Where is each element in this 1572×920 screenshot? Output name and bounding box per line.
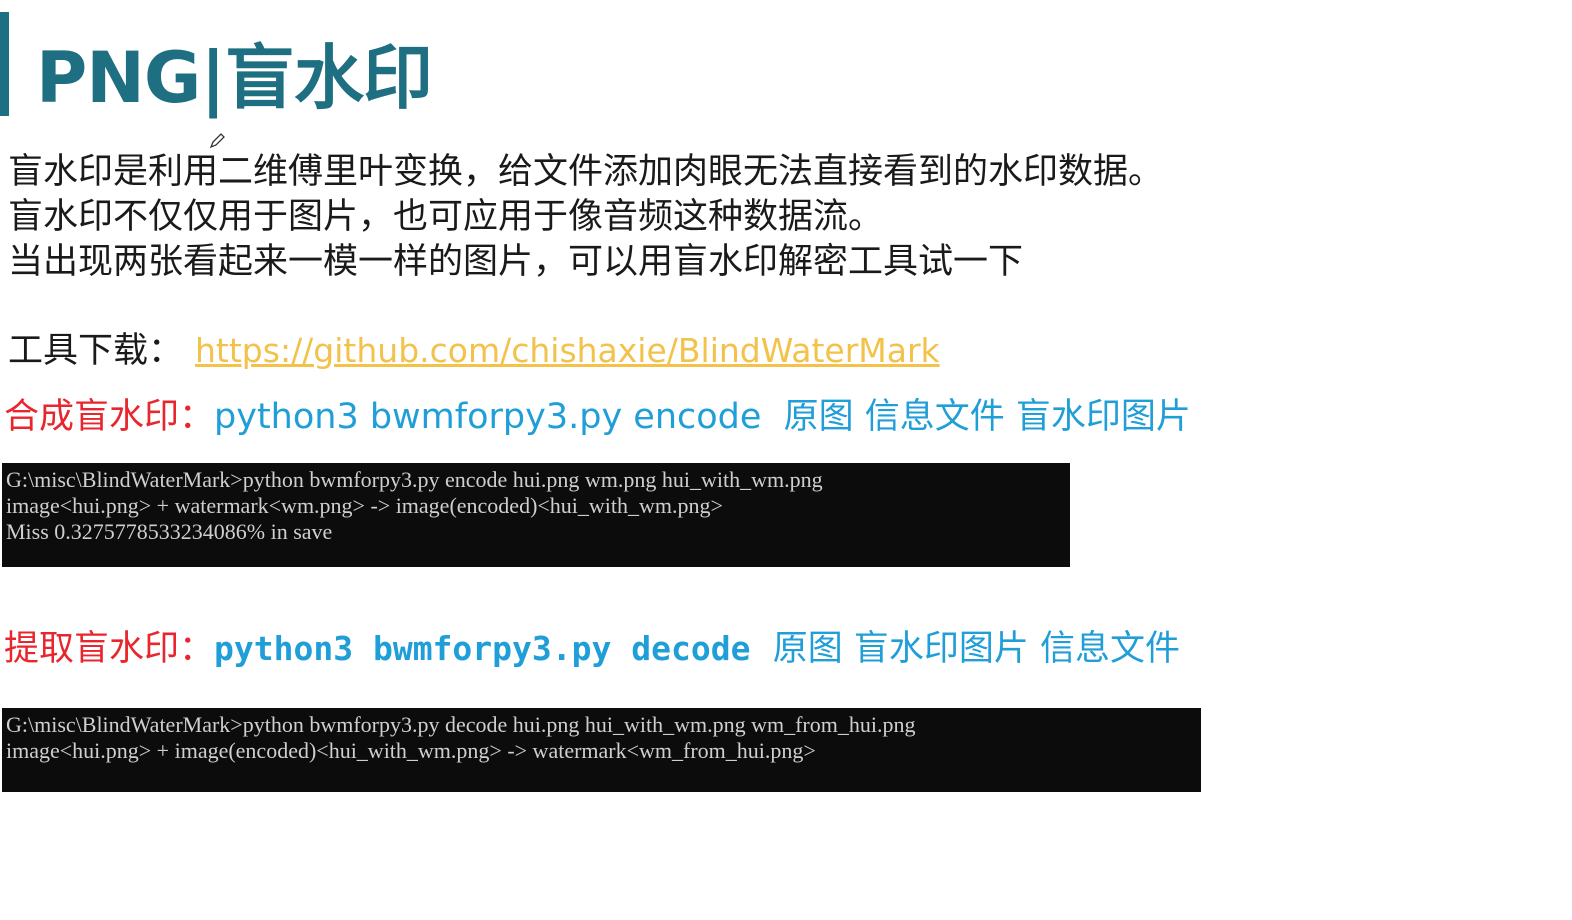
page-title: PNG|盲水印 [36, 37, 433, 119]
terminal-line: G:\misc\BlindWaterMark>python bwmforpy3.… [6, 712, 916, 737]
paragraph-3: 当出现两张看起来一模一样的图片，可以用盲水印解密工具试一下 [8, 242, 1024, 282]
tool-download-link[interactable]: https://github.com/chishaxie/BlindWaterM… [195, 331, 940, 370]
encode-command: python3 bwmforpy3.py encode [214, 397, 762, 437]
decode-label: 提取盲水印： [4, 629, 215, 669]
encode-args: 原图 信息文件 盲水印图片 [783, 397, 1191, 437]
terminal-line: Miss 0.3275778533234086% in save [6, 519, 333, 544]
decode-instruction: 提取盲水印：python3 bwmforpy3.py decode 原图 盲水印… [4, 626, 1180, 672]
tool-download-line: 工具下载： https://github.com/chishaxie/BlindW… [8, 328, 940, 374]
terminal-line: image<hui.png> + watermark<wm.png> -> im… [6, 493, 723, 518]
paragraph-2: 盲水印不仅仅用于图片，也可应用于像音频这种数据流。 [8, 197, 884, 237]
encode-label: 合成盲水印： [4, 397, 215, 437]
tool-download-label: 工具下载： [8, 331, 184, 371]
terminal-line: image<hui.png> + image(encoded)<hui_with… [6, 738, 816, 763]
decode-command: python3 bwmforpy3.py decode [214, 629, 751, 668]
decode-args: 原图 盲水印图片 信息文件 [772, 629, 1180, 669]
title-accent-bar [0, 12, 9, 116]
encode-terminal: G:\misc\BlindWaterMark>python bwmforpy3.… [2, 463, 1070, 567]
terminal-line: G:\misc\BlindWaterMark>python bwmforpy3.… [6, 467, 823, 492]
encode-instruction: 合成盲水印：python3 bwmforpy3.py encode 原图 信息文… [4, 394, 1191, 440]
decode-terminal: G:\misc\BlindWaterMark>python bwmforpy3.… [2, 708, 1201, 792]
paragraph-1: 盲水印是利用二维傅里叶变换，给文件添加肉眼无法直接看到的水印数据。 [8, 152, 1164, 192]
pen-cursor-icon [209, 133, 225, 149]
